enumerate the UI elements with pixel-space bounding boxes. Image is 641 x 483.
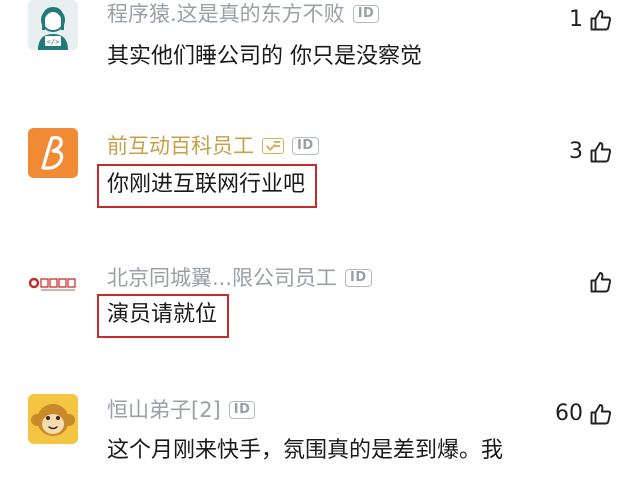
like-count: 1 xyxy=(569,7,583,32)
id-badge: ID xyxy=(352,5,380,23)
comment-text: 这个月刚来快手，氛围真的是差到爆。我 xyxy=(107,438,504,463)
commenter-name-text[interactable]: 程序猿.这是真的东方不败 xyxy=(107,0,345,28)
comment-text: 其实他们睡公司的 你只是没察觉 xyxy=(107,44,422,69)
monkey-avatar-icon[interactable] xyxy=(28,394,78,444)
like-count: 60 xyxy=(555,401,583,426)
like-button[interactable]: 3 xyxy=(569,138,613,166)
commenter-name[interactable]: 北京同城翼...限公司员工 ID xyxy=(107,264,372,292)
like-button[interactable]: 1 xyxy=(569,6,613,34)
thumbs-up-icon xyxy=(590,10,612,31)
verified-employee-icon xyxy=(262,138,284,154)
commenter-name-text[interactable]: 北京同城翼...限公司员工 xyxy=(107,264,337,292)
commenter-name-text[interactable]: 恒山弟子[2] xyxy=(107,396,221,424)
commenter-name[interactable]: 程序猿.这是真的东方不败 ID xyxy=(107,0,380,28)
commenter-name-text[interactable]: 前互动百科员工 xyxy=(107,132,254,160)
thumbs-up-icon xyxy=(590,272,612,293)
id-badge: ID xyxy=(228,401,256,419)
thumbs-up-icon xyxy=(590,142,612,163)
thumbs-up-icon xyxy=(590,404,612,425)
comment-text: 演员请就位 xyxy=(97,294,230,338)
like-button[interactable] xyxy=(583,270,613,294)
comment-text: 你刚进互联网行业吧 xyxy=(97,164,318,208)
company-logo-avatar-icon[interactable] xyxy=(28,266,78,300)
like-count: 3 xyxy=(569,139,583,164)
commenter-name[interactable]: 恒山弟子[2] ID xyxy=(107,396,256,424)
like-button[interactable]: 60 xyxy=(555,400,613,428)
programmer-avatar-icon[interactable]: </> xyxy=(28,0,78,50)
commenter-name[interactable]: 前互动百科员工 ID xyxy=(107,132,319,160)
id-badge: ID xyxy=(345,269,372,287)
svg-text:</>: </> xyxy=(47,38,60,46)
baike-logo-avatar-icon[interactable] xyxy=(28,128,78,178)
id-badge: ID xyxy=(292,137,319,155)
